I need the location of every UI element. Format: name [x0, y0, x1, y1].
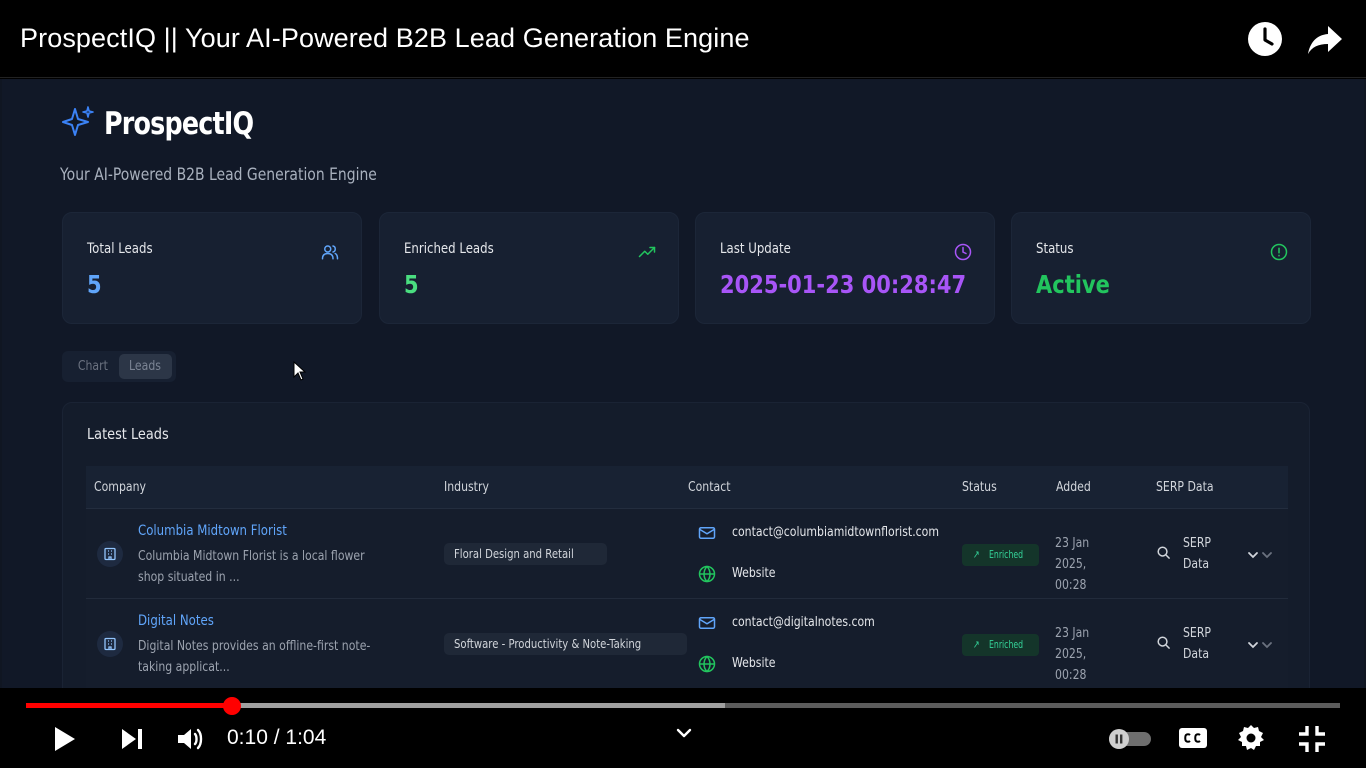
chevron-down-icon[interactable] [675, 727, 693, 746]
mouse-cursor-icon [293, 360, 307, 381]
column-header-industry[interactable]: Industry [444, 480, 489, 495]
brand-name: ProspectIQ [104, 105, 254, 142]
column-header-serp-data[interactable]: SERP Data [1156, 480, 1214, 495]
video-title-bar: ProspectIQ || Your AI-Powered B2B Lead G… [0, 0, 1366, 78]
watch-later-icon[interactable] [1246, 20, 1284, 58]
video-title[interactable]: ProspectIQ || Your AI-Powered B2B Lead G… [20, 23, 750, 54]
users-icon [321, 243, 339, 261]
latest-leads-card: Latest Leads Company Industry Contact St… [62, 402, 1310, 688]
building-icon [97, 631, 123, 657]
leads-table: Company Industry Contact Status Added SE… [86, 466, 1288, 688]
next-button[interactable] [119, 727, 145, 756]
contact-email[interactable]: contact@digitalnotes.com [732, 615, 875, 630]
stat-card-enriched-leads: Enriched Leads 5 [379, 212, 679, 324]
time-display: 0:10 / 1:04 [227, 726, 326, 750]
stat-card-total-leads: Total Leads 5 [62, 212, 362, 324]
time-current: 0:10 [227, 726, 268, 749]
settings-gear-icon[interactable] [1237, 724, 1265, 757]
contact-email[interactable]: contact@columbiamidtownflorist.com [732, 525, 939, 540]
tab-chart[interactable]: Chart [66, 354, 120, 379]
stat-card-status: Status Active [1011, 212, 1311, 324]
mail-icon [698, 614, 716, 632]
column-header-status[interactable]: Status [962, 480, 997, 495]
status-badge: ↗ Enriched [962, 544, 1039, 566]
share-icon[interactable] [1306, 20, 1344, 58]
company-name[interactable]: Columbia Midtown Florist [138, 523, 287, 539]
latest-leads-title: Latest Leads [87, 425, 169, 443]
stat-label: Last Update [720, 241, 791, 257]
serp-data-button[interactable]: SERP Data [1183, 623, 1217, 665]
trending-up-icon: ↗ [973, 548, 980, 561]
company-description: Columbia Midtown Florist is a local flow… [138, 549, 365, 585]
stat-label: Status [1036, 241, 1074, 257]
clock-icon [954, 243, 972, 261]
stat-value: 5 [404, 270, 419, 299]
website-link[interactable]: Website [732, 656, 776, 671]
status-badge: ↗ Enriched [962, 634, 1039, 656]
building-icon [97, 541, 123, 567]
serp-data-button[interactable]: SERP Data [1183, 533, 1217, 575]
website-link[interactable]: Website [732, 566, 776, 581]
industry-badge: Floral Design and Retail [444, 543, 607, 565]
view-tabs: Chart Leads [62, 351, 176, 382]
globe-icon [698, 565, 716, 583]
search-icon [1156, 545, 1171, 560]
search-icon [1156, 635, 1171, 650]
tab-leads[interactable]: Leads [119, 354, 172, 379]
mail-icon [698, 524, 716, 542]
chevron-down-icon[interactable] [1246, 639, 1274, 651]
captions-icon[interactable] [1178, 726, 1208, 755]
industry-badge: Software - Productivity & Note-Taking [444, 633, 687, 655]
autoplay-toggle[interactable] [1107, 728, 1153, 755]
play-button[interactable] [50, 725, 78, 758]
trending-up-icon: ↗ [973, 638, 980, 651]
added-date: 23 Jan 2025, 00:28 [1055, 626, 1090, 683]
exit-fullscreen-icon[interactable] [1298, 725, 1326, 758]
video-player: ProspectIQ || Your AI-Powered B2B Lead G… [0, 0, 1366, 768]
progress-scrubber[interactable] [223, 697, 242, 715]
trending-up-icon [638, 243, 656, 261]
volume-icon[interactable] [176, 725, 206, 758]
player-controls: 0:10 / 1:04 [0, 688, 1366, 768]
stat-label: Total Leads [87, 241, 153, 257]
prospectiq-app: ProspectIQ Your AI-Powered B2B Lead Gene… [2, 79, 1364, 688]
globe-icon [698, 655, 716, 673]
time-total: 1:04 [285, 726, 327, 749]
alert-circle-icon [1270, 243, 1288, 261]
stat-card-last-update: Last Update 2025-01-23 00:28:47 [695, 212, 995, 324]
added-date: 23 Jan 2025, 00:28 [1055, 536, 1090, 593]
table-row[interactable]: Digital Notes Digital Notes provides an … [86, 599, 1288, 688]
table-row[interactable]: Columbia Midtown Florist Columbia Midtow… [86, 509, 1288, 599]
video-frame[interactable]: ProspectIQ Your AI-Powered B2B Lead Gene… [0, 79, 1366, 688]
column-header-company[interactable]: Company [94, 480, 146, 495]
company-description: Digital Notes provides an offline-first … [138, 639, 371, 675]
stat-label: Enriched Leads [404, 241, 494, 257]
chevron-down-icon[interactable] [1246, 549, 1274, 561]
table-header: Company Industry Contact Status Added SE… [86, 466, 1288, 509]
company-name[interactable]: Digital Notes [138, 613, 214, 629]
time-separator: / [267, 726, 286, 749]
tagline: Your AI-Powered B2B Lead Generation Engi… [60, 165, 377, 185]
column-header-added[interactable]: Added [1056, 480, 1091, 495]
stat-value: Active [1036, 270, 1110, 299]
progress-bar[interactable] [26, 697, 1340, 715]
brand: ProspectIQ [62, 105, 286, 142]
sparkles-icon [62, 105, 94, 142]
stat-value: 2025-01-23 00:28:47 [720, 270, 967, 299]
column-header-contact[interactable]: Contact [688, 480, 730, 495]
stat-value: 5 [87, 270, 102, 299]
progress-played [26, 703, 233, 708]
